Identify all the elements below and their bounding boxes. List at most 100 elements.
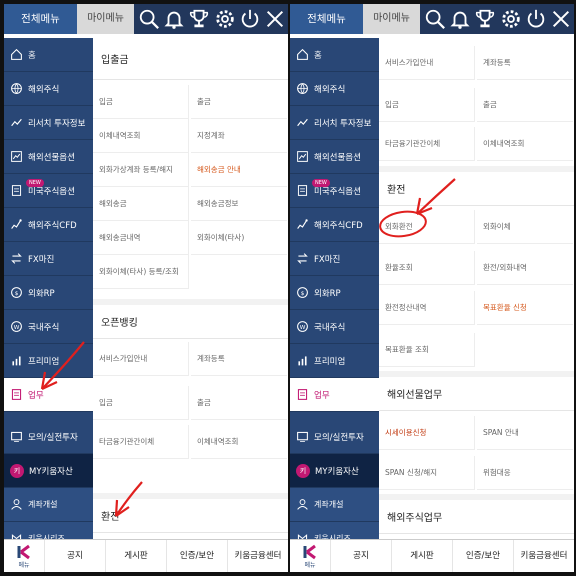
nav-item-label: 리서치 투자정보 [314, 118, 372, 129]
menu-link[interactable]: 계좌등록 [191, 342, 287, 376]
menu-link[interactable]: 해외송금내역 [93, 221, 189, 255]
trophy-icon[interactable] [188, 8, 210, 30]
menu-button[interactable]: 메뉴 [4, 540, 44, 572]
nav-item-foreign-rp[interactable]: $ 외화RP [290, 276, 379, 310]
search-icon[interactable] [424, 8, 446, 30]
menu-link[interactable]: 이체내역조회 [191, 425, 287, 459]
menu-link-overseas-remit-guide[interactable]: 해외송금 안내 [191, 153, 287, 187]
bell-icon[interactable] [163, 8, 185, 30]
menu-link[interactable]: 환율조회 [379, 251, 475, 285]
menu-link[interactable]: 이체내역조회 [93, 119, 189, 153]
tab-my-menu[interactable]: 마이메뉴 [363, 4, 420, 34]
menu-link[interactable]: 외화이체(타사) 등록/조회 [93, 255, 189, 289]
menu-link[interactable]: SPAN 안내 [477, 416, 573, 450]
tab-all-menu[interactable]: 전체메뉴 [4, 4, 77, 34]
nav-item-mock-trading[interactable]: 모의/실전투자 [4, 420, 93, 454]
menu-link[interactable]: 환전정산내역 [379, 291, 475, 325]
nav-item-account-open[interactable]: 계좌개설 [290, 488, 379, 522]
close-icon[interactable] [550, 8, 572, 30]
nav-item-domestic-stock[interactable]: W 국내주식 [4, 310, 93, 344]
menu-link[interactable]: 타금융기관간이체 [379, 127, 475, 161]
nav-item-label: 모의/실전투자 [314, 432, 364, 443]
nav-item-futures-options[interactable]: 해외선물옵션 [290, 140, 379, 174]
menu-link[interactable]: 이체내역조회 [477, 127, 573, 161]
menu-link[interactable]: 계좌등록 [477, 46, 573, 80]
svg-text:$: $ [301, 291, 305, 297]
menu-link[interactable]: 입금 [93, 386, 189, 420]
bottom-board[interactable]: 게시판 [105, 540, 166, 572]
menu-link[interactable]: 출금 [191, 85, 287, 119]
my-icon: 키 [10, 463, 24, 478]
tab-my-menu[interactable]: 마이메뉴 [77, 4, 134, 34]
nav-item-research[interactable]: 리서치 투자정보 [290, 106, 379, 140]
nav-item-business[interactable]: 업무 [290, 378, 379, 412]
nav-item-label: MY키움자산 [315, 466, 359, 477]
nav-item-label: 프리미엄 [314, 356, 346, 367]
menu-link[interactable]: 해외송금정보 [191, 187, 287, 221]
search-icon[interactable] [138, 8, 160, 30]
gear-icon[interactable] [214, 8, 236, 30]
nav-item-domestic-stock[interactable]: W 국내주식 [290, 310, 379, 344]
menu-link[interactable]: 외화이체(타사) [191, 221, 287, 255]
menu-link[interactable]: 환전/외화내역 [477, 251, 573, 285]
nav-item-cfd[interactable]: 해외주식CFD [290, 208, 379, 242]
power-icon[interactable] [525, 8, 547, 30]
menu-button[interactable]: 메뉴 [290, 540, 330, 572]
svg-text:W: W [14, 325, 20, 331]
bottom-finance-center[interactable]: 키움금융센터 [513, 540, 574, 572]
nav-item-research[interactable]: 리서치 투자정보 [4, 106, 93, 140]
trophy-icon[interactable] [474, 8, 496, 30]
nav-item-business[interactable]: 업무 [4, 378, 93, 412]
nav-item-premium[interactable]: 프리미엄 [4, 344, 93, 378]
menu-link-foreign-exchange[interactable]: 외화환전 [379, 210, 475, 244]
nav-item-label: 해외주식 [28, 84, 60, 95]
menu-link-target-rate-apply[interactable]: 목표환율 신청 [477, 291, 573, 325]
nav-item-my-kiwoom[interactable]: 키 MY키움자산 [4, 454, 93, 488]
menu-link[interactable]: 타금융기관간이체 [93, 425, 189, 459]
menu-link[interactable]: 위험대응 [477, 456, 573, 490]
menu-link[interactable]: 외화가상계좌 등록/해지 [93, 153, 189, 187]
menu-link[interactable]: 서비스가입안내 [379, 46, 475, 80]
nav-item-account-open[interactable]: 계좌개설 [4, 488, 93, 522]
nav-item-mock-trading[interactable]: 모의/실전투자 [290, 420, 379, 454]
nav-item-futures-options[interactable]: 해외선물옵션 [4, 140, 93, 174]
menu-link[interactable]: 목표환율 조회 [379, 333, 475, 367]
menu-link[interactable]: 해외송금 [93, 187, 189, 221]
bottom-board[interactable]: 게시판 [391, 540, 452, 572]
menu-link[interactable]: 지정계좌 [191, 119, 287, 153]
bottom-notice[interactable]: 공지 [330, 540, 391, 572]
nav-item-us-options[interactable]: NEW 미국주식옵션 [4, 174, 93, 208]
bell-icon[interactable] [449, 8, 471, 30]
bottom-cert-security[interactable]: 인증/보안 [166, 540, 227, 572]
menu-link[interactable]: 입금 [93, 85, 189, 119]
nav-item-fx-margin[interactable]: FX마진 [4, 242, 93, 276]
menu-link[interactable]: 입금 [379, 88, 475, 122]
bottom-finance-center[interactable]: 키움금융센터 [227, 540, 288, 572]
my-icon: 키 [296, 463, 310, 478]
nav-item-fx-margin[interactable]: FX마진 [290, 242, 379, 276]
tab-all-menu[interactable]: 전체메뉴 [290, 4, 363, 34]
nav-item-home[interactable]: 홈 [290, 38, 379, 72]
power-icon[interactable] [239, 8, 261, 30]
nav-item-overseas-stock[interactable]: 해외주식 [4, 72, 93, 106]
menu-link-quote-usage[interactable]: 시세이용신청 [379, 416, 475, 450]
nav-item-label: 계좌개설 [314, 500, 344, 509]
nav-item-overseas-stock[interactable]: 해외주식 [290, 72, 379, 106]
nav-item-my-kiwoom[interactable]: 키 MY키움자산 [290, 454, 379, 488]
bottom-notice[interactable]: 공지 [44, 540, 105, 572]
nav-item-foreign-rp[interactable]: $ 외화RP [4, 276, 93, 310]
nav-item-label: 해외선물옵션 [28, 152, 75, 163]
nav-item-label: 리서치 투자정보 [28, 118, 86, 129]
nav-item-premium[interactable]: 프리미엄 [290, 344, 379, 378]
menu-link[interactable]: 외화이체 [477, 210, 573, 244]
menu-link[interactable]: 출금 [191, 386, 287, 420]
bottom-cert-security[interactable]: 인증/보안 [452, 540, 513, 572]
close-icon[interactable] [264, 8, 286, 30]
nav-item-us-options[interactable]: NEW 미국주식옵션 [290, 174, 379, 208]
gear-icon[interactable] [500, 8, 522, 30]
menu-link[interactable]: SPAN 신청/해지 [379, 456, 475, 490]
nav-item-home[interactable]: 홈 [4, 38, 93, 72]
menu-link[interactable]: 출금 [477, 88, 573, 122]
menu-link[interactable]: 서비스가입안내 [93, 342, 189, 376]
nav-item-cfd[interactable]: 해외주식CFD [4, 208, 93, 242]
